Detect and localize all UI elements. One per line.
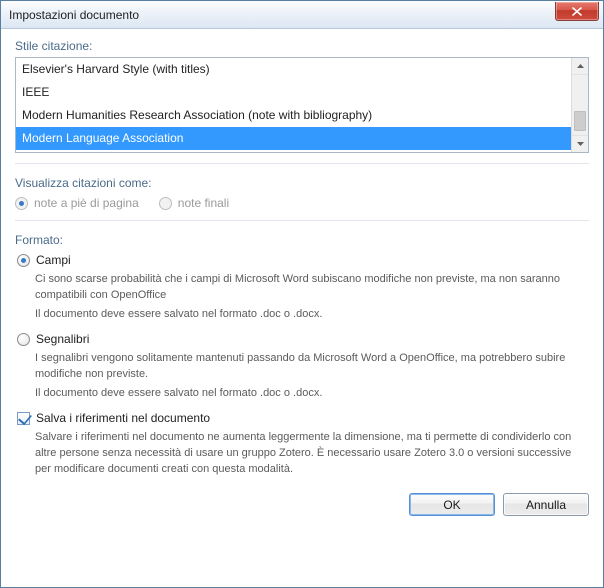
close-icon: [572, 7, 582, 16]
cancel-button[interactable]: Annulla: [503, 493, 589, 516]
scroll-up-button[interactable]: [572, 58, 588, 75]
titlebar: Impostazioni documento: [1, 1, 603, 29]
format-bookmarks-desc1: I segnalibri vengono solitamente mantenu…: [35, 350, 589, 382]
checkbox-saverefs-input[interactable]: [17, 412, 30, 425]
radio-endnotes: note finali: [159, 196, 229, 210]
citation-style-label: Stile citazione:: [15, 39, 589, 53]
list-item[interactable]: Elsevier's Harvard Style (with titles): [16, 58, 571, 81]
format-saverefs-desc: Salvare i riferimenti nel documento ne a…: [35, 429, 589, 477]
close-button[interactable]: [555, 2, 599, 21]
format-bookmarks-desc2: Il documento deve essere salvato nel for…: [35, 385, 589, 401]
citation-style-list[interactable]: Elsevier's Harvard Style (with titles) I…: [16, 58, 571, 152]
format-bookmarks-option: Segnalibri I segnalibri vengono solitame…: [17, 332, 589, 401]
listbox-scrollbar[interactable]: [571, 58, 588, 152]
citation-style-listbox[interactable]: Elsevier's Harvard Style (with titles) I…: [15, 57, 589, 153]
radio-bookmarks-label[interactable]: Segnalibri: [36, 332, 89, 346]
scroll-down-button[interactable]: [572, 135, 588, 152]
format-fields-option: Campi Ci sono scarse probabilità che i c…: [17, 253, 589, 322]
ok-button[interactable]: OK: [409, 493, 495, 516]
radio-footnotes: note a piè di pagina: [15, 196, 139, 210]
list-item[interactable]: Modern Language Association: [16, 127, 571, 150]
radio-footnotes-label: note a piè di pagina: [34, 196, 139, 210]
scroll-thumb[interactable]: [574, 111, 586, 131]
format-fields-desc1: Ci sono scarse probabilità che i campi d…: [35, 271, 589, 303]
radio-endnotes-input: [159, 197, 172, 210]
format-fields-desc2: Il documento deve essere salvato nel for…: [35, 306, 589, 322]
dialog-buttons: OK Annulla: [15, 493, 589, 516]
scroll-track[interactable]: [572, 75, 588, 135]
display-citations-radios: note a piè di pagina note finali: [15, 196, 589, 210]
format-saverefs-option: Salva i riferimenti nel documento Salvar…: [17, 411, 589, 477]
radio-footnotes-input: [15, 197, 28, 210]
radio-bookmarks-input[interactable]: [17, 333, 30, 346]
window-title: Impostazioni documento: [9, 8, 555, 22]
divider: [15, 163, 589, 164]
list-item[interactable]: Modern Humanities Research Association (…: [16, 104, 571, 127]
radio-fields-label[interactable]: Campi: [36, 253, 71, 267]
list-item[interactable]: IEEE: [16, 81, 571, 104]
format-label: Formato:: [15, 233, 589, 247]
chevron-up-icon: [577, 64, 584, 68]
divider: [15, 220, 589, 221]
dialog-content: Stile citazione: Elsevier's Harvard Styl…: [1, 29, 603, 528]
radio-endnotes-label: note finali: [178, 196, 229, 210]
radio-fields-input[interactable]: [17, 254, 30, 267]
display-citations-label: Visualizza citazioni come:: [15, 176, 589, 190]
checkbox-saverefs-label[interactable]: Salva i riferimenti nel documento: [36, 411, 210, 425]
chevron-down-icon: [577, 142, 584, 146]
